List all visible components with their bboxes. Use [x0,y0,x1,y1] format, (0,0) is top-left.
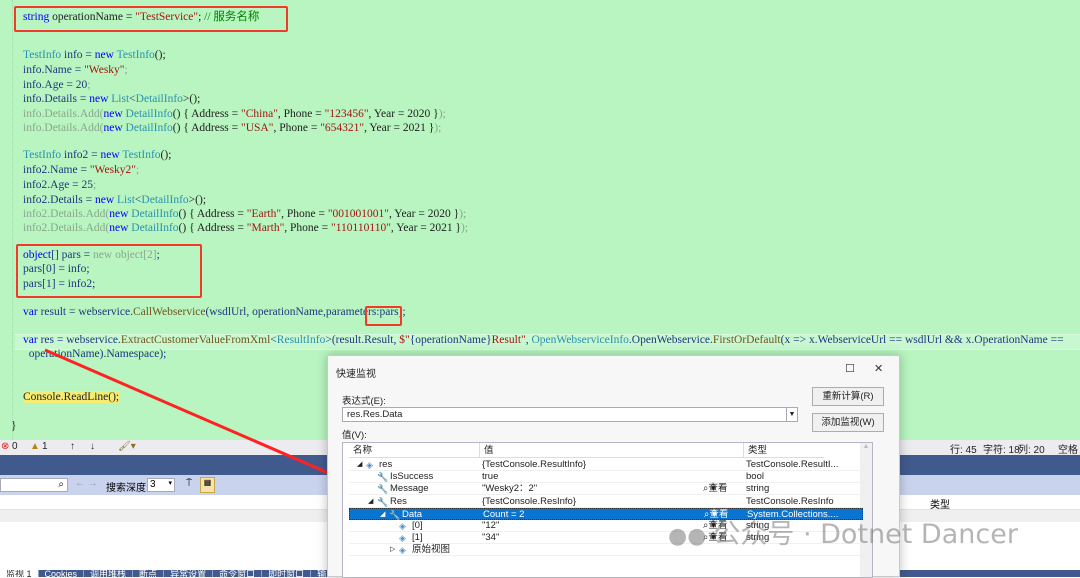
row-value: {TestConsole.ResInfo} [482,495,577,507]
row-value: {TestConsole.ResultInfo} [482,459,587,470]
column-header-type[interactable]: 类型 [743,443,824,458]
recalculate-button[interactable]: 重新计算(R) [812,387,884,406]
row-name: 原始视图 [412,544,451,556]
column-header-value[interactable]: 值 [479,443,743,458]
row-name: Res [390,495,407,507]
property-icon: 🔧 [377,472,389,483]
property-icon: 🔧 [389,509,401,520]
row-type: TestConsole.ResInfo [746,495,834,507]
watch-row[interactable]: ◢ ◈ res {TestConsole.ResultInfo} TestCon… [349,459,863,471]
row-name: Message [390,483,429,495]
column-header-name[interactable]: 名称 [349,443,479,458]
watch-value-grid: 名称 值 类型 ▲ ◢ ◈ res {TestConsole.ResultInf… [342,442,873,578]
row-type: string [746,483,770,495]
view-button[interactable]: ⌕ 查看 ▾ [703,483,727,495]
row-name: [1] [412,532,423,544]
row-value: Count = 2 [483,508,525,520]
expander-icon[interactable]: ◢ [357,459,362,471]
value-label: 值(V): [342,430,367,441]
row-value: "12" [482,520,500,531]
dialog-title: 快速监视 [336,369,376,380]
watch-row[interactable]: 🔧 Message "Wesky2：2" ⌕ 查看 ▾ string [349,483,863,496]
property-icon: 🔧 [377,484,389,495]
watch-row[interactable]: 🔧 IsSuccess true bool [349,471,863,484]
watch-row[interactable]: ◢ 🔧 Res {TestConsole.ResInfo} TestConsol… [349,496,863,508]
property-icon: 🔧 [377,496,389,507]
row-value: true [482,471,499,483]
add-watch-button[interactable]: 添加监视(W) [812,413,884,432]
expression-dropdown-button[interactable]: ▼ [786,408,797,421]
watermark: ●● 公众号 · Dotnet Dancer [668,512,1018,551]
row-value: "34" [482,532,500,544]
maximize-button[interactable]: ☐ [845,362,855,375]
expression-value: res.Res.Data [347,409,403,420]
expander-icon[interactable]: ◢ [368,496,373,508]
watermark-text: 公众号 · Dotnet Dancer [713,519,1018,550]
expander-icon[interactable]: ◢ [380,509,385,521]
object-icon: ◈ [366,460,373,470]
wechat-icon: ●● [668,524,714,549]
row-type: bool [746,471,764,483]
expression-input[interactable]: res.Res.Data ▼ [342,407,798,422]
row-name: IsSuccess [390,471,434,483]
row-name: Data [402,508,423,520]
object-icon: ◈ [399,521,406,531]
close-button[interactable]: ✕ [874,362,883,375]
row-value: "Wesky2：2" [482,483,538,495]
expander-icon[interactable]: ▷ [390,544,395,556]
expression-label: 表达式(E): [342,396,386,407]
row-name: [0] [412,520,423,531]
object-icon: ◈ [399,545,406,556]
view-label: 查看 [708,483,728,495]
row-name: res [379,459,393,470]
row-type: TestConsole.ResultI... [746,459,839,470]
object-icon: ◈ [399,533,406,544]
